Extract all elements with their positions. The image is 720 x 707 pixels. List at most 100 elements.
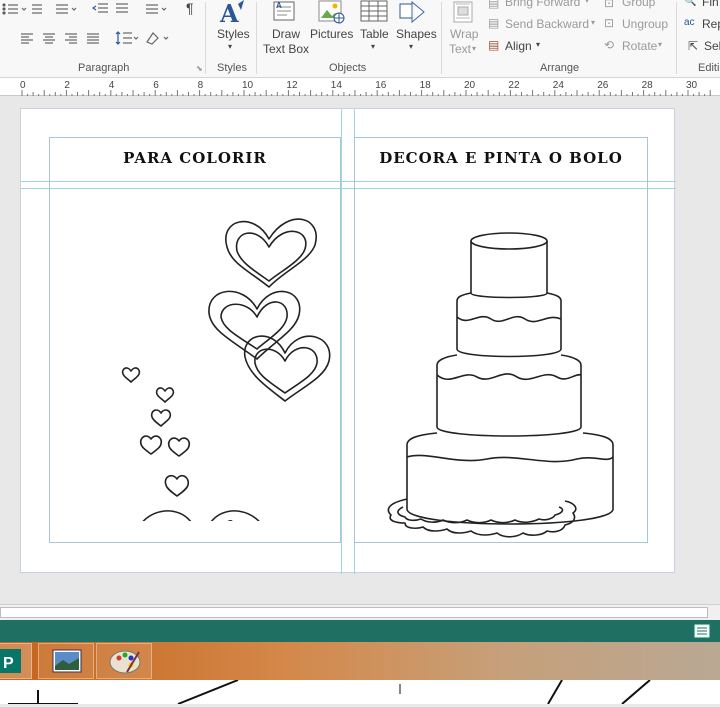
horizontal-scrollbar[interactable] bbox=[0, 604, 720, 620]
bring-forward-icon[interactable]: ▤ bbox=[488, 0, 499, 10]
chevron-down-icon[interactable]: ▾ bbox=[536, 40, 540, 49]
line-spacing-icon[interactable] bbox=[114, 30, 140, 46]
select-button[interactable]: Sel bbox=[704, 39, 720, 53]
pictures-icon[interactable] bbox=[318, 0, 346, 24]
table-button[interactable]: Table bbox=[360, 27, 389, 41]
select-icon[interactable]: ⇱ bbox=[688, 39, 698, 53]
ruler-tick-label: 10 bbox=[242, 80, 254, 91]
paragraph-group-label: Paragraph bbox=[78, 62, 130, 74]
bird-outline bbox=[142, 510, 192, 521]
document-workspace[interactable]: PARA COLORIR DECORA E PINTA O BOLO bbox=[0, 96, 720, 604]
objects-group-label: Objects bbox=[329, 62, 367, 74]
styles-button[interactable]: Styles bbox=[217, 27, 250, 41]
chevron-down-icon[interactable]: ▾ bbox=[591, 18, 595, 27]
draw-text-box-icon[interactable]: A bbox=[272, 0, 298, 24]
arrange-group-label: Arrange bbox=[540, 62, 580, 74]
decrease-indent-icon[interactable] bbox=[92, 2, 132, 16]
chevron-down-icon[interactable]: ▾ bbox=[409, 42, 413, 51]
group-icon[interactable]: ⊡ bbox=[604, 0, 614, 10]
ungroup-icon[interactable]: ⊡ bbox=[604, 16, 614, 30]
ruler-tick-label: 30 bbox=[686, 80, 698, 91]
horizontal-ruler[interactable]: 0 2 4 6 8 10 12 14 16 18 20 22 24 26 28 30 bbox=[0, 78, 720, 96]
publisher-icon: P bbox=[0, 649, 21, 673]
ruler-tick-label: 14 bbox=[331, 80, 343, 91]
find-icon[interactable]: 🔍 bbox=[684, 0, 696, 7]
shapes-button[interactable]: Shapes bbox=[396, 27, 437, 41]
ruler-tick-label: 26 bbox=[597, 80, 609, 91]
lovebirds-picture[interactable] bbox=[79, 191, 344, 521]
group-separator bbox=[441, 2, 442, 74]
svg-text:A: A bbox=[276, 1, 282, 10]
align-button[interactable]: Align bbox=[505, 39, 532, 53]
columns-icon[interactable] bbox=[144, 2, 174, 16]
cake-tier bbox=[456, 292, 562, 358]
pilcrow-icon[interactable]: ¶ bbox=[186, 0, 194, 16]
bird-outline bbox=[210, 510, 260, 521]
group-separator bbox=[205, 2, 206, 74]
shapes-icon[interactable] bbox=[398, 0, 428, 24]
scrollbar-thumb[interactable] bbox=[0, 607, 708, 618]
ruler-tick-label: 22 bbox=[508, 80, 520, 91]
group-button[interactable]: Group bbox=[622, 0, 655, 9]
ruler-tick-label: 4 bbox=[109, 80, 115, 91]
draw-text-box-button-line2[interactable]: Text Box bbox=[263, 42, 309, 56]
ruler-tick-label: 0 bbox=[20, 80, 26, 91]
background-drawing bbox=[8, 679, 651, 705]
ruler-tick-label: 28 bbox=[642, 80, 654, 91]
find-button[interactable]: Fin bbox=[702, 0, 719, 9]
wrap-text-icon[interactable] bbox=[452, 0, 474, 24]
photos-icon bbox=[52, 649, 82, 673]
right-title[interactable]: DECORA E PINTA O BOLO bbox=[354, 149, 648, 167]
rotate-button[interactable]: Rotate bbox=[622, 39, 657, 53]
heart-outline bbox=[208, 290, 301, 360]
chevron-down-icon[interactable]: ▾ bbox=[371, 42, 375, 51]
pictures-button[interactable]: Pictures bbox=[310, 27, 353, 41]
cake-tier-bottom bbox=[406, 432, 614, 525]
rotate-icon[interactable]: ⟲ bbox=[604, 38, 614, 52]
paint-palette-icon bbox=[109, 650, 141, 674]
justify-icon[interactable] bbox=[86, 32, 100, 44]
replace-icon[interactable]: ac bbox=[684, 17, 695, 28]
publication-page[interactable]: PARA COLORIR DECORA E PINTA O BOLO bbox=[20, 108, 676, 574]
styles-icon[interactable]: A bbox=[218, 0, 248, 28]
shading-icon[interactable] bbox=[144, 30, 172, 46]
taskbar: P bbox=[0, 642, 720, 680]
align-icon[interactable]: ▤ bbox=[488, 38, 499, 52]
taskbar-publisher-button[interactable]: P bbox=[0, 643, 32, 679]
page-view-icon[interactable] bbox=[694, 624, 710, 638]
ruler-tick-label: 16 bbox=[375, 80, 387, 91]
align-right-icon[interactable] bbox=[64, 32, 78, 44]
numbering-icon[interactable] bbox=[50, 2, 80, 16]
ruler-scale: 0 2 4 6 8 10 12 14 16 18 20 22 24 26 28 30 bbox=[20, 80, 711, 96]
group-separator bbox=[676, 2, 677, 74]
paragraph-launcher-icon[interactable]: ⬊ bbox=[196, 64, 203, 73]
styles-group-label: Styles bbox=[217, 62, 247, 74]
chevron-down-icon[interactable]: ▾ bbox=[472, 44, 476, 53]
send-backward-button[interactable]: Send Backward bbox=[505, 17, 589, 31]
chevron-down-icon[interactable]: ▾ bbox=[585, 0, 589, 5]
status-bar bbox=[0, 620, 720, 642]
send-backward-icon[interactable]: ▤ bbox=[488, 16, 499, 30]
chevron-down-icon[interactable]: ▾ bbox=[658, 40, 662, 49]
chevron-down-icon[interactable]: ▾ bbox=[228, 42, 232, 51]
ruler-tick-label: 2 bbox=[64, 80, 70, 91]
cake-tier bbox=[436, 354, 582, 437]
taskbar-paint-button[interactable] bbox=[96, 643, 152, 679]
ungroup-button[interactable]: Ungroup bbox=[622, 17, 668, 31]
align-left-icon[interactable] bbox=[20, 32, 34, 44]
wrap-text-button[interactable]: Wrap bbox=[450, 27, 478, 41]
ruler-tick-label: 12 bbox=[286, 80, 298, 91]
taskbar-photos-button[interactable] bbox=[38, 643, 94, 679]
ruler-tick-label: 20 bbox=[464, 80, 476, 91]
replace-button[interactable]: Rep bbox=[702, 17, 720, 31]
cake-picture[interactable] bbox=[383, 227, 633, 543]
align-center-icon[interactable] bbox=[42, 32, 56, 44]
bullets-icon[interactable] bbox=[2, 2, 42, 16]
bring-forward-button[interactable]: Bring Forward bbox=[505, 0, 580, 9]
wrap-text-button-line2[interactable]: Text bbox=[449, 42, 471, 56]
group-separator bbox=[256, 2, 257, 74]
cake-plate bbox=[387, 498, 577, 538]
table-icon[interactable] bbox=[360, 0, 388, 24]
draw-text-box-button[interactable]: Draw bbox=[272, 27, 300, 41]
left-title[interactable]: PARA COLORIR bbox=[49, 149, 341, 167]
